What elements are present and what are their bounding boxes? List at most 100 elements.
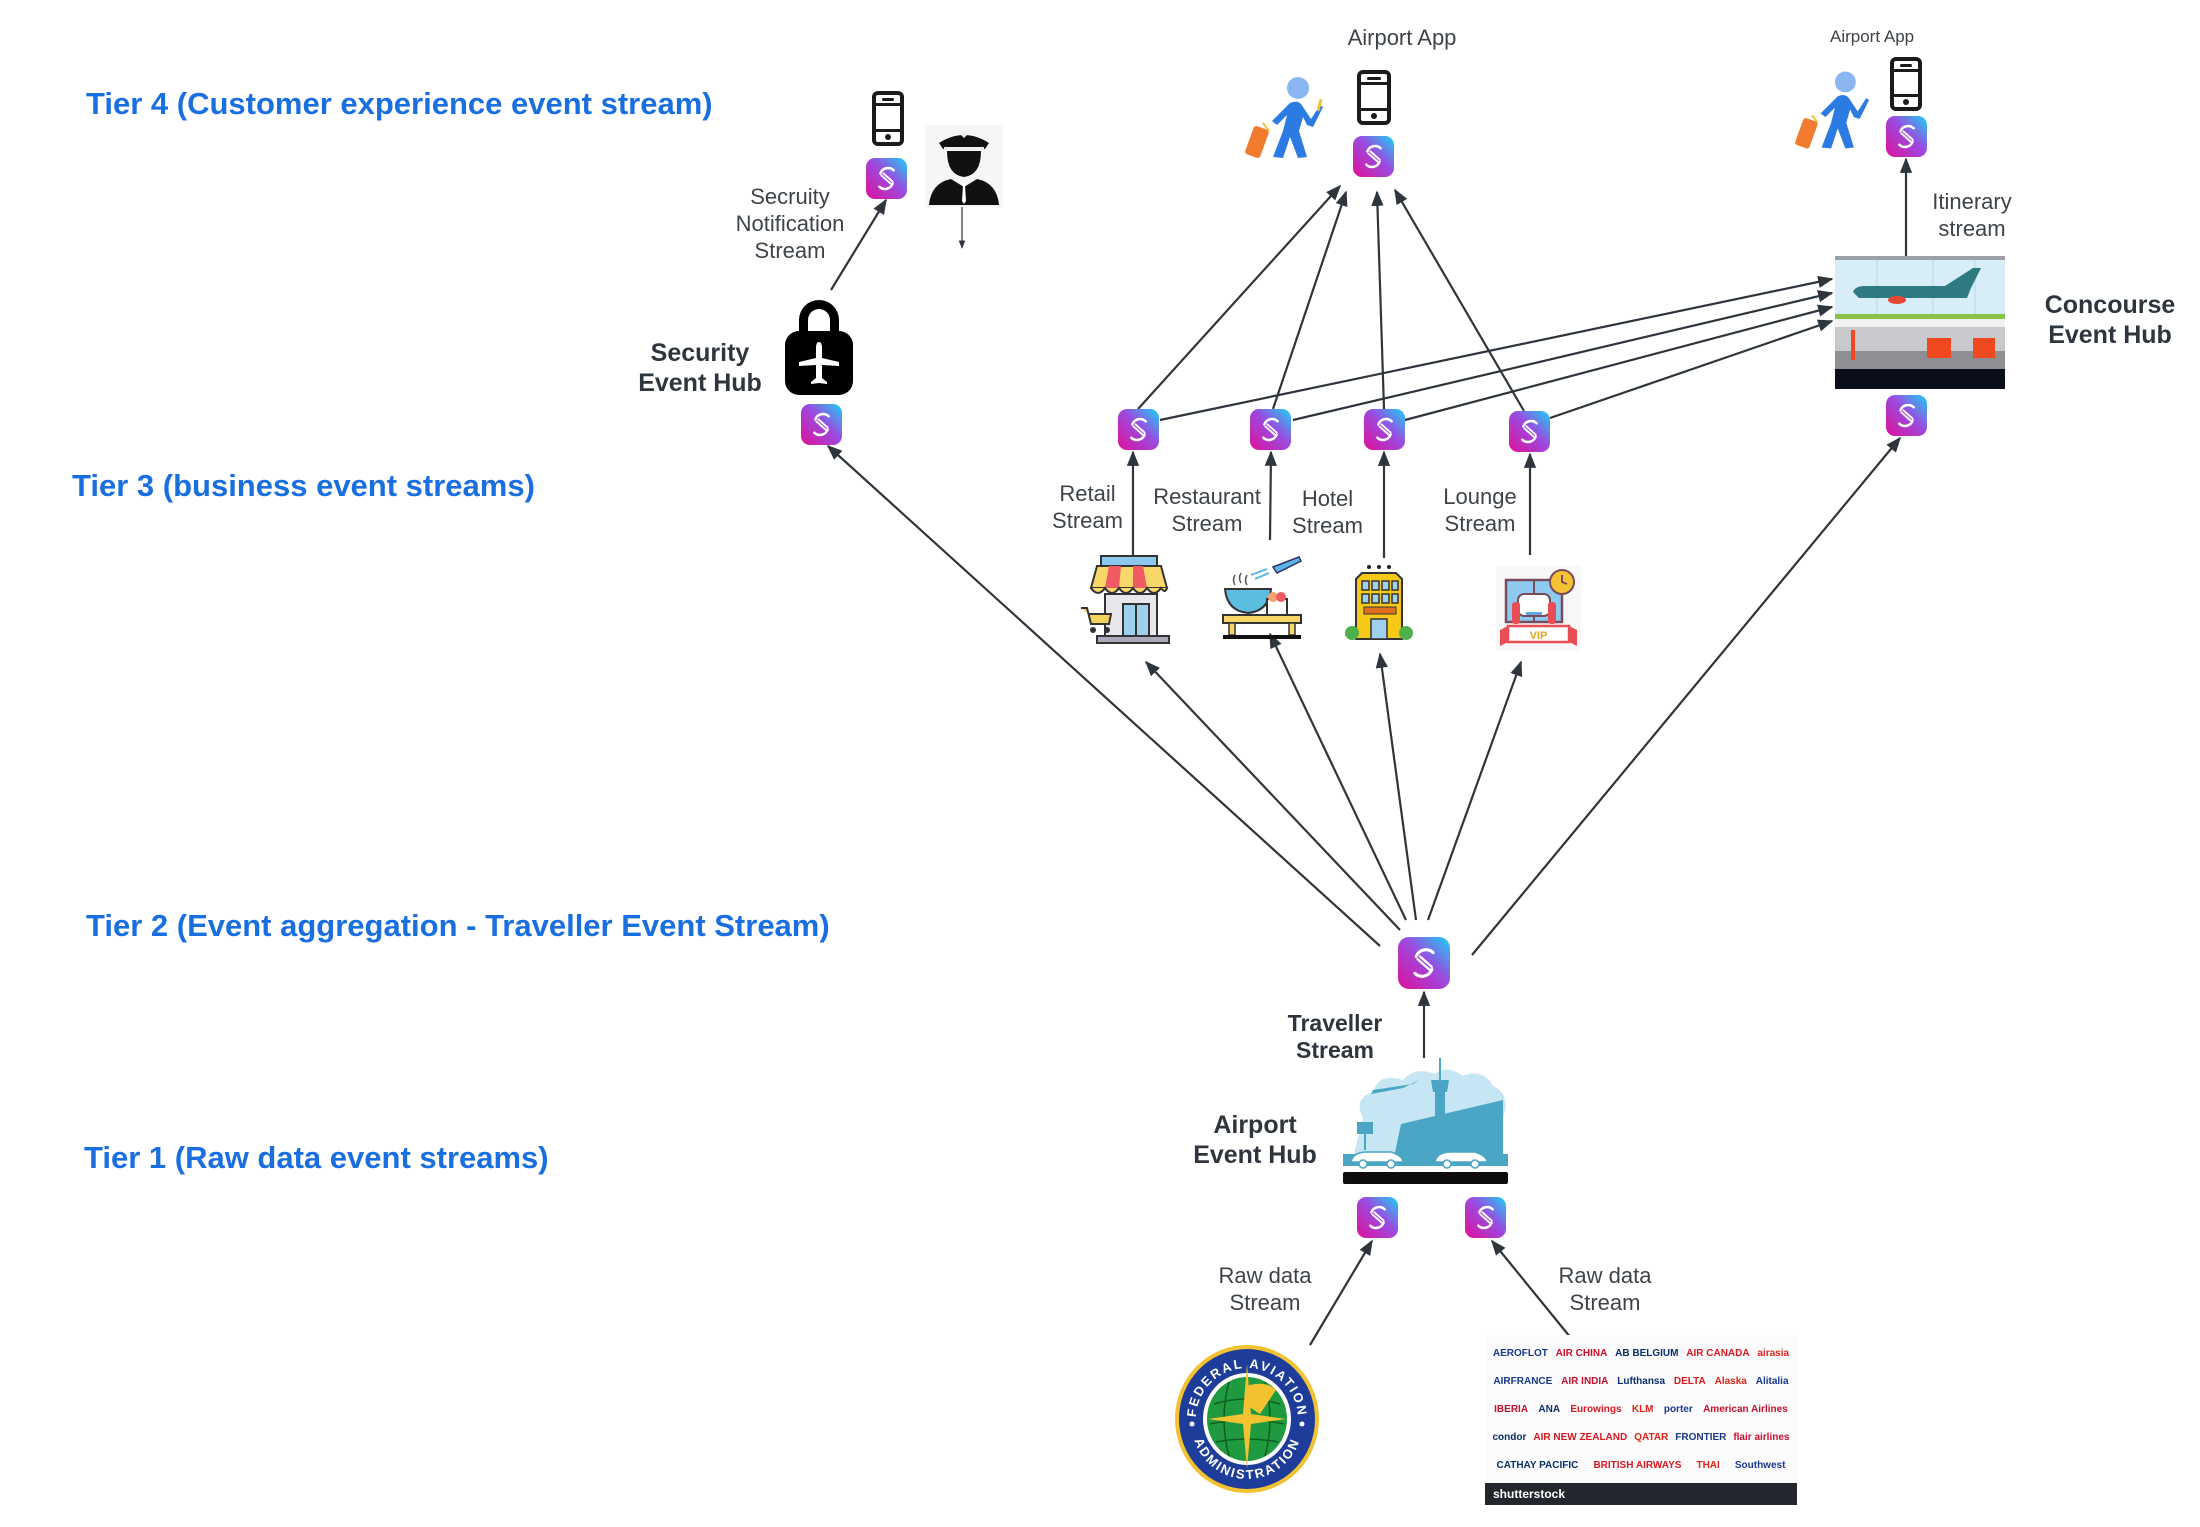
label-line: Stream — [1444, 511, 1516, 536]
airline-logo: FRONTIER — [1675, 1431, 1727, 1443]
itinerary-app-stream-icon[interactable] — [1886, 116, 1927, 157]
label-line: Event Hub — [638, 369, 762, 397]
airline-logo: AIR CANADA — [1686, 1347, 1750, 1359]
arrow-restaurant-stream-to-airport-app-main — [1271, 190, 1348, 410]
vip-lounge-icon: VIP — [1496, 566, 1581, 651]
concourse-stream-icon[interactable] — [1886, 395, 1927, 436]
concourse-hub-image — [1835, 256, 2005, 389]
airline-logo: AIR INDIA — [1561, 1375, 1609, 1387]
airline-logo: AIR CHINA — [1555, 1347, 1608, 1359]
hotel-stream-icon[interactable] — [1364, 409, 1405, 450]
label-line: Stream — [1292, 513, 1363, 538]
raw-stream-left-icon[interactable] — [1357, 1197, 1398, 1238]
airline-logo: AIR NEW ZEALAND — [1533, 1431, 1628, 1443]
airline-logo: BRITISH AIRWAYS — [1593, 1459, 1682, 1471]
label-line: Raw data — [1218, 1263, 1312, 1288]
traveller-with-luggage-icon — [1795, 71, 1870, 149]
label-line: Airport — [1213, 1111, 1297, 1139]
label-line: Stream — [1171, 511, 1243, 536]
mobile-phone-icon — [1357, 70, 1391, 125]
restaurant-stream-label: Restaurant Stream — [1148, 483, 1266, 537]
label-line: Stream — [1052, 508, 1123, 533]
airline-logo: airasia — [1757, 1347, 1790, 1359]
airline-logo: Lufthansa — [1617, 1375, 1666, 1387]
label-line: Traveller — [1287, 1010, 1383, 1036]
arrow-traveller-to-concourse-stream — [1471, 436, 1901, 956]
airline-logo: KLM — [1631, 1403, 1654, 1415]
airline-logo: Alitalia — [1755, 1375, 1789, 1387]
mobile-phone-icon — [1890, 57, 1922, 111]
arrow-restaurant-to-restaurant-stream — [1264, 450, 1278, 541]
lounge-stream-icon[interactable] — [1509, 411, 1550, 452]
arrow-restaurant-stream-to-concourse-hub — [1292, 290, 1834, 422]
traveller-stream-icon[interactable] — [1398, 937, 1450, 989]
airline-logo: IBERIA — [1494, 1403, 1529, 1415]
security-officer-icon — [925, 125, 1003, 207]
restaurant-stream-icon[interactable] — [1250, 409, 1291, 450]
label-line: Secruity — [750, 184, 830, 209]
arrow-traveller-to-restaurant — [1269, 632, 1407, 921]
label-line: Lounge — [1443, 484, 1517, 509]
airport-app-title: Airport App — [1347, 25, 1457, 50]
tier-2-label: Tier 2 (Event aggregation - Traveller Ev… — [86, 908, 830, 943]
airline-logo: Alaska — [1714, 1375, 1747, 1387]
traveller-stream-label: Traveller Stream — [1270, 1010, 1400, 1064]
faa-seal-logo: FEDERAL AVIATION ADMINISTRATION — [1175, 1345, 1319, 1493]
airport-event-hub-label: Airport Event Hub — [1180, 1110, 1330, 1170]
arrow-traveller-to-retail — [1144, 660, 1401, 931]
security-notification-stream-icon[interactable] — [866, 158, 907, 199]
airline-logo: DELTA — [1673, 1375, 1706, 1387]
hotel-stream-label: Hotel Stream — [1280, 485, 1375, 539]
security-hub-stream-icon[interactable] — [801, 404, 842, 445]
label-line: Stream — [754, 238, 826, 263]
vip-badge: VIP — [1530, 630, 1548, 642]
airline-logos-panel: AEROFLOT AIR CHINA AB BELGIUM AIR CANADA air… — [1485, 1335, 1797, 1505]
arrow-traveller-to-lounge — [1426, 660, 1523, 921]
label-line: Raw data — [1558, 1263, 1652, 1288]
airline-logo: AEROFLOT — [1492, 1347, 1548, 1359]
label-line: Event Hub — [1193, 1141, 1317, 1169]
arrow-traveller-to-hotel — [1375, 652, 1418, 921]
label-line: Notification — [735, 211, 845, 236]
airline-logo: Eurowings — [1570, 1403, 1622, 1415]
airline-logo: condor — [1492, 1431, 1527, 1443]
raw-data-stream-right-label: Raw data Stream — [1550, 1262, 1660, 1316]
security-notification-stream-label: Secruity Notification Stream — [730, 183, 850, 264]
retail-stream-icon[interactable] — [1118, 409, 1159, 450]
arrow-retail-stream-to-concourse-hub — [1159, 275, 1834, 422]
airline-logo: Southwest — [1734, 1459, 1786, 1471]
airport-hub-image — [1343, 1058, 1508, 1184]
raw-stream-right-icon[interactable] — [1465, 1197, 1506, 1238]
label-line: Restaurant — [1153, 484, 1261, 509]
tier-1-label: Tier 1 (Raw data event streams) — [84, 1140, 549, 1175]
security-lock-plane-icon — [785, 300, 853, 395]
airline-logo: AB BELGIUM — [1615, 1347, 1679, 1359]
concourse-event-hub-label: Concourse Event Hub — [2040, 290, 2180, 350]
connector-layer — [826, 157, 1913, 1346]
airport-app-title-small: Airport App — [1830, 27, 1915, 46]
itinerary-stream-label: Itinerary stream — [1922, 188, 2022, 242]
retail-stream-label: Retail Stream — [1040, 480, 1135, 534]
arrow-lounge-stream-to-airport-app-main — [1394, 188, 1525, 412]
label-line: Stream — [1229, 1290, 1301, 1315]
airline-logo: CATHAY PACIFIC — [1496, 1459, 1579, 1471]
security-event-hub-label: Security Event Hub — [620, 338, 780, 398]
label-line: Retail — [1059, 481, 1116, 506]
airline-logo: porter — [1663, 1403, 1693, 1415]
raw-data-stream-left-label: Raw data Stream — [1210, 1262, 1320, 1316]
tier-3-label: Tier 3 (business event streams) — [72, 468, 535, 503]
shop-icon — [1081, 555, 1170, 644]
lounge-stream-label: Lounge Stream — [1430, 483, 1530, 537]
airport-app-stream-icon[interactable] — [1353, 136, 1394, 177]
hotel-icon — [1345, 565, 1413, 640]
label-line: Event Hub — [2048, 321, 2172, 349]
label-line: Itinerary — [1932, 189, 2012, 214]
label-line: Hotel — [1301, 486, 1354, 511]
shutterstock-footer: shutterstock — [1485, 1483, 1797, 1505]
arrow-hotel-stream-to-airport-app-main — [1371, 190, 1386, 410]
label-line: stream — [1938, 216, 2006, 241]
airline-logo: THAI — [1696, 1459, 1720, 1471]
label-line: Concourse — [2044, 291, 2176, 319]
airline-logo: flair airlines — [1733, 1431, 1790, 1443]
airline-logo: American Airlines — [1703, 1403, 1788, 1415]
